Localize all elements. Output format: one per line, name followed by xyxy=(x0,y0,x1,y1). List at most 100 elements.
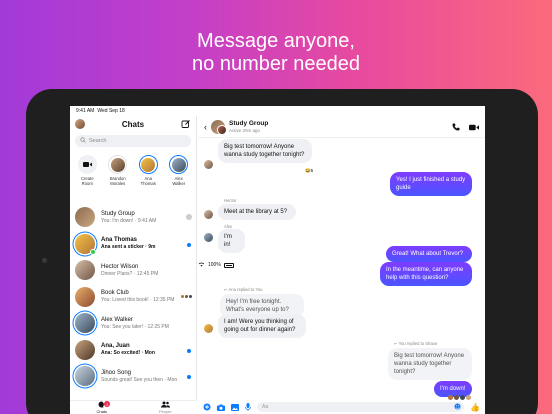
seen-avatars xyxy=(180,293,193,299)
story-label: Alex Walker xyxy=(172,176,186,186)
message-list: Big test tomorrow! Anyone wanna study to… xyxy=(198,138,485,400)
video-camera-icon[interactable] xyxy=(469,118,479,136)
chat-preview: You: I'm down! · 9:41 AM xyxy=(101,217,157,224)
image-icon[interactable] xyxy=(231,398,239,414)
story-alex[interactable]: Alex Walker xyxy=(167,155,191,191)
chats-title: Chats xyxy=(121,119,145,129)
chat-row-hector[interactable]: Hector Wilson Dinner Plans? · 12:45 PM xyxy=(70,257,197,284)
app-screen: 9:41 AM Wed Sep 18 100% Chats Search Cre… xyxy=(70,106,485,414)
message-bubble[interactable]: In the meantime, can anyone help with th… xyxy=(380,262,472,286)
headline-line1: Message anyone, xyxy=(197,30,355,52)
reply-note: ↩ Ana replied to You xyxy=(224,287,263,292)
chat-name: Jihoo Song xyxy=(101,369,132,376)
chat-row-ana-thomas[interactable]: Ana Thomas Ana sent a sticker · 9m xyxy=(70,231,197,258)
camera-icon[interactable] xyxy=(217,398,225,414)
reply-note: ↩ You replied to Shane xyxy=(394,341,438,346)
avatar xyxy=(108,155,128,174)
online-dot xyxy=(90,248,96,255)
chat-name: Ana Thomas xyxy=(101,237,138,244)
tab-bar: 2 Chats People xyxy=(70,400,197,414)
chat-preview: You: See you later! · 12:25 PM xyxy=(101,323,169,330)
avatar xyxy=(75,233,96,255)
emoji-icon[interactable] xyxy=(454,403,461,412)
chat-row-alex-walker[interactable]: Alex Walker You: See you later! · 12:25 … xyxy=(70,310,197,337)
back-icon[interactable]: ‹ xyxy=(204,122,207,132)
story-ana[interactable]: Ana Thomas xyxy=(136,155,160,191)
chat-list-pane: Chats Search CreateRoom BrandonMorales xyxy=(70,116,197,414)
tab-label: Chats xyxy=(96,409,107,414)
search-input[interactable]: Search xyxy=(75,135,191,147)
message-bubble[interactable]: Meet at the library at 5? xyxy=(218,204,296,220)
message-bubble[interactable]: Yes! I just finished a study guide xyxy=(390,172,472,196)
message-input[interactable]: Aa xyxy=(257,402,465,412)
story-label: Brandon Morales xyxy=(109,176,126,186)
tab-chats[interactable]: 2 Chats xyxy=(70,401,134,414)
headline: Message anyone, no number needed xyxy=(0,30,552,76)
unread-dot xyxy=(187,375,191,379)
status-time: 9:41 AM xyxy=(76,108,95,114)
chat-name: Study Group xyxy=(101,210,135,217)
profile-avatar[interactable] xyxy=(75,119,85,129)
message-bubble[interactable]: Great! What about Trevor? xyxy=(386,246,472,262)
status-bar: 9:41 AM Wed Sep 18 100% xyxy=(70,106,485,268)
avatar xyxy=(211,119,227,135)
avatar xyxy=(204,210,213,219)
story-brandon[interactable]: Brandon Morales xyxy=(106,155,130,191)
avatar xyxy=(75,313,95,334)
avatar xyxy=(75,339,95,360)
composer: Aa 👍 xyxy=(198,400,485,414)
chat-name: Ana, Juan xyxy=(101,343,130,350)
chat-row-jihoo[interactable]: Jihoo Song Sounds great! See you then · … xyxy=(70,363,197,390)
chat-name: Book Club xyxy=(101,290,129,297)
chat-preview: Ana sent a sticker · 9m xyxy=(101,244,156,251)
tab-people[interactable]: People xyxy=(134,401,198,414)
avatar xyxy=(204,233,213,242)
avatar xyxy=(204,324,213,333)
message-bubble[interactable]: Big test tomorrow! Anyone wanna study to… xyxy=(218,139,312,163)
avatar xyxy=(204,160,213,169)
chat-name: Alex Walker xyxy=(101,316,133,323)
reaction-badge: 😂5 xyxy=(305,168,314,173)
chat-preview: You: Loved this book! · 12:35 PM xyxy=(101,297,175,304)
message-bubble[interactable]: I'm in! xyxy=(218,229,245,253)
quoted-message: Big test tomorrow! Anyone wanna study to… xyxy=(388,348,472,380)
message-bubble[interactable]: I am! Were you thinking of going out for… xyxy=(218,314,306,338)
phone-icon[interactable] xyxy=(452,118,460,136)
avatar xyxy=(169,155,189,174)
conversation-header: ‹ Study Group Active 20m ago xyxy=(198,116,485,138)
tab-label: People xyxy=(159,409,172,414)
avatar xyxy=(75,286,95,307)
people-icon xyxy=(160,401,170,409)
search-placeholder: Search xyxy=(89,138,107,144)
camera-dot xyxy=(42,258,47,263)
unread-dot xyxy=(187,242,191,247)
unread-badge: 2 xyxy=(104,401,111,407)
search-icon xyxy=(80,137,86,145)
sender-name: Hector xyxy=(224,198,237,203)
conversation-status: Active 20m ago xyxy=(229,127,261,133)
avatar xyxy=(75,366,95,387)
chat-row-study-group[interactable]: Study Group You: I'm down! · 9:41 AM xyxy=(70,204,197,231)
avatar xyxy=(138,155,158,174)
chat-row-ana-juan[interactable]: Ana, Juan Ana: So excited! · Mon xyxy=(70,337,197,364)
chat-name: Hector Wilson xyxy=(101,263,139,270)
chat-preview: Dinner Plans? · 12:45 PM xyxy=(101,270,159,277)
chats-header: Chats xyxy=(70,116,196,132)
chat-preview: Sounds great! See you then · Mon xyxy=(101,376,178,383)
conversation-title: Study Group xyxy=(229,119,269,127)
compose-icon[interactable] xyxy=(181,119,191,129)
seen-indicator xyxy=(186,214,192,220)
plus-icon[interactable] xyxy=(203,398,211,414)
chat-row-book-club[interactable]: Book Club You: Loved this book! · 12:35 … xyxy=(70,284,197,311)
unread-dot xyxy=(187,348,191,353)
microphone-icon[interactable] xyxy=(245,398,251,414)
message-placeholder: Aa xyxy=(262,404,269,410)
stories-row: Create Room Brandon Morales Ana Thomas Alex… xyxy=(70,147,196,191)
video-camera-icon xyxy=(77,155,97,174)
story-create-room[interactable]: Create Room xyxy=(75,155,99,191)
status-date: Wed Sep 18 xyxy=(97,108,125,114)
avatar xyxy=(75,207,95,228)
thumbs-up-icon[interactable]: 👍 xyxy=(470,403,480,412)
story-label: Ana Thomas xyxy=(140,176,156,186)
conversation-pane: ‹ Study Group Active 20m ago Big test to… xyxy=(198,116,485,414)
